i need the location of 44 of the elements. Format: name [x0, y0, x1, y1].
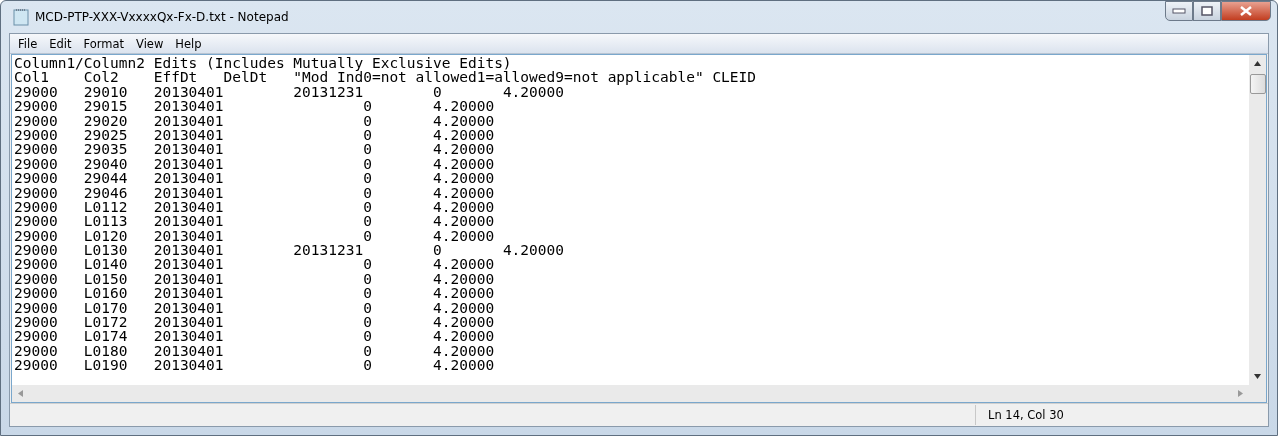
text-line: 29000 29044 20130401 0 4.20000	[14, 171, 495, 186]
menu-item[interactable]: Help	[169, 36, 208, 51]
horizontal-scrollbar[interactable]	[12, 385, 1249, 402]
vertical-scrollbar[interactable]	[1249, 55, 1266, 385]
window-title: MCD-PTP-XXX-VxxxxQx-Fx-D.txt - Notepad	[35, 10, 289, 24]
menu-item[interactable]: Format	[77, 36, 131, 51]
cursor-position: Ln 14, Col 30	[975, 405, 1118, 425]
close-button[interactable]	[1221, 1, 1271, 21]
scroll-right-icon[interactable]	[1238, 390, 1243, 397]
text-line: 29000 L0160 20130401 0 4.20000	[14, 286, 495, 301]
scroll-up-icon[interactable]	[1254, 61, 1261, 66]
text-line: 29000 29046 20130401 0 4.20000	[14, 185, 495, 200]
text-line: 29000 29010 20130401 20131231 0 4.20000	[14, 84, 564, 100]
text-line: 29000 L0170 20130401 0 4.20000	[14, 300, 495, 316]
text-line: 29000 L0120 20130401 0 4.20000	[14, 228, 495, 244]
text-line: 29000 L0174 20130401 0 4.20000	[14, 329, 495, 344]
text-line: 29000 29015 20130401 0 4.20000	[14, 99, 495, 114]
minimize-icon	[1172, 8, 1186, 14]
text-line: 29000 L0190 20130401 0 4.20000	[14, 358, 495, 373]
maximize-icon	[1201, 6, 1213, 16]
text-line: Col1 Col2 EffDt DelDt "Mod Ind0=not allowed1=allowed9=not applicable" CLEID	[14, 70, 757, 85]
scroll-down-icon[interactable]	[1254, 374, 1261, 379]
text-line: 29000 L0150 20130401 0 4.20000	[14, 271, 495, 287]
menu-item[interactable]: File	[12, 36, 44, 51]
text-line: 29000 L0140 20130401 0 4.20000	[14, 257, 495, 272]
menu-item[interactable]: View	[130, 36, 170, 51]
text-line: 29000 L0180 20130401 0 4.20000	[14, 343, 495, 359]
scroll-thumb[interactable]	[1249, 74, 1266, 94]
scroll-left-icon[interactable]	[18, 390, 23, 397]
menu-item[interactable]: Edit	[43, 36, 78, 51]
text-line: 29000 29035 20130401 0 4.20000	[14, 142, 495, 157]
text-line: 29000 L0113 20130401 0 4.20000	[14, 214, 495, 229]
text-line: 29000 29025 20130401 0 4.20000	[14, 127, 495, 143]
text-line: 29000 29040 20130401 0 4.20000	[14, 156, 495, 172]
text-line: 29000 L0112 20130401 0 4.20000	[14, 199, 495, 215]
minimize-button[interactable]	[1165, 1, 1193, 21]
text-line: 29000 L0130 20130401 20131231 0 4.20000	[14, 243, 564, 258]
close-icon	[1239, 6, 1253, 16]
notepad-icon	[13, 8, 29, 26]
text-line: 29000 L0172 20130401 0 4.20000	[14, 315, 495, 330]
text-line: Column1/Column2 Edits (Includes Mutually Exclusive Edits)	[14, 56, 512, 71]
text-area[interactable]	[12, 55, 1266, 385]
text-line: 29000 29020 20130401 0 4.20000	[14, 113, 495, 128]
maximize-button[interactable]	[1193, 1, 1221, 21]
